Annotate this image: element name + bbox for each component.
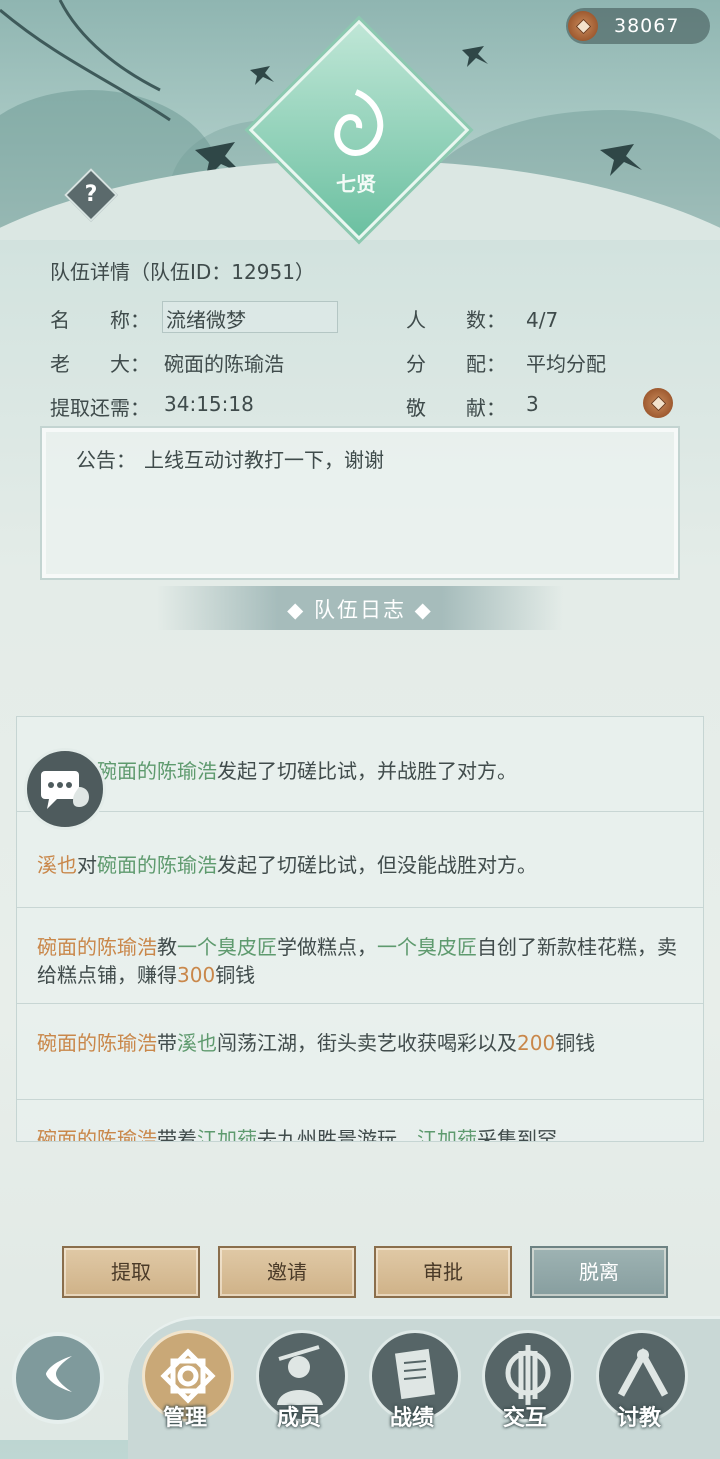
notice-label: 公告： <box>76 448 136 472</box>
invite-button[interactable]: 邀请 <box>218 1246 356 1298</box>
team-emblem-label: 七贤 <box>336 172 376 196</box>
team-log-header: ◆ 队伍日志 ◆ <box>156 586 564 630</box>
log-entry: 溪也对碗面的陈瑜浩发起了切磋比试，但没能战胜对方。 <box>37 851 687 879</box>
nav-label-management: 管理 <box>162 1406 207 1431</box>
currency-amount: 38067 <box>614 15 680 37</box>
contribution-coin-icon[interactable] <box>643 388 673 418</box>
back-arrow-icon <box>46 1356 72 1392</box>
chat-button[interactable] <box>24 748 106 830</box>
team-details-title: 队伍详情（队伍ID：12951） <box>50 260 315 284</box>
log-text: 教 <box>157 935 177 959</box>
log-entry: 溪也对碗面的陈瑜浩发起了切磋比试，并战胜了对方。 <box>37 757 687 785</box>
log-highlight: 300 <box>177 963 216 987</box>
log-text: 采集到罕 <box>477 1127 557 1142</box>
question-mark-icon: ? <box>84 182 98 207</box>
nav-label-records: 战绩 <box>389 1406 434 1431</box>
log-highlight: 一个臭皮匠 <box>377 935 477 959</box>
leave-team-button[interactable]: 脱离 <box>530 1246 668 1298</box>
notice-text: 公告： 上线互动讨教打一下，谢谢 <box>76 444 384 473</box>
currency-badge: 38067 <box>566 8 710 44</box>
team-log-title: ◆ 队伍日志 ◆ <box>287 598 433 622</box>
log-text: 铜钱 <box>215 963 256 987</box>
nav-label-members: 成员 <box>276 1406 321 1431</box>
distribution-label: 分 配： <box>406 352 506 376</box>
log-highlight: 碗面的陈瑜浩 <box>37 935 157 959</box>
distribution-value: 平均分配 <box>526 352 606 376</box>
log-highlight: 碗面的陈瑜浩 <box>37 1127 157 1142</box>
leader-label: 老 大： <box>50 352 150 376</box>
log-text: 铜钱 <box>555 1031 596 1055</box>
notice-box: 公告： 上线互动讨教打一下，谢谢 <box>40 426 680 580</box>
coin-icon <box>568 11 598 41</box>
members-value: 4/7 <box>526 308 559 332</box>
log-highlight: 碗面的陈瑜浩 <box>97 759 217 783</box>
withdraw-timer-value: 34:15:18 <box>164 392 254 416</box>
log-text: 去九州胜景游玩， <box>257 1127 417 1142</box>
withdraw-button[interactable]: 提取 <box>62 1246 200 1298</box>
log-text: 对 <box>77 853 97 877</box>
team-name-label: 名 称： <box>50 308 150 332</box>
log-text: 闯荡江湖，街头卖艺收获喝彩以及 <box>217 1031 517 1055</box>
nav-label-interaction: 交互 <box>502 1406 547 1431</box>
log-text: 发起了切磋比试，但没能战胜对方。 <box>217 853 537 877</box>
log-text: 学做糕点， <box>277 935 377 959</box>
notice-content: 上线互动讨教打一下，谢谢 <box>144 448 384 472</box>
log-highlight: 溪也 <box>177 1031 217 1055</box>
log-divider <box>17 811 703 812</box>
log-highlight: 碗面的陈瑜浩 <box>97 853 217 877</box>
log-text: 带着 <box>157 1127 197 1142</box>
contribution-label: 敬 献： <box>406 396 506 420</box>
nav-label-challenge: 讨教 <box>616 1406 661 1431</box>
team-log-list[interactable]: 溪也对碗面的陈瑜浩发起了切磋比试，并战胜了对方。 溪也对碗面的陈瑜浩发起了切磋比… <box>16 716 704 1142</box>
approve-button[interactable]: 审批 <box>374 1246 512 1298</box>
contribution-value: 3 <box>526 392 539 416</box>
log-entry: 碗面的陈瑜浩教一个臭皮匠学做糕点，一个臭皮匠自创了新款桂花糕，卖给糕点铺，赚得3… <box>37 933 687 989</box>
log-divider <box>17 907 703 908</box>
log-divider <box>17 1099 703 1100</box>
log-highlight: 200 <box>517 1031 556 1055</box>
members-label: 人 数： <box>406 308 506 332</box>
log-entry: 碗面的陈瑜浩带着江加莼去九州胜景游玩，江加莼采集到罕 <box>37 1125 687 1142</box>
chat-bubble-icon <box>41 771 89 809</box>
team-name-value: 流绪微梦 <box>166 308 246 332</box>
log-highlight: 碗面的陈瑜浩 <box>37 1031 157 1055</box>
log-highlight: 江加莼 <box>197 1127 257 1142</box>
log-divider <box>17 1003 703 1004</box>
log-entry: 碗面的陈瑜浩带溪也闯荡江湖，街头卖艺收获喝彩以及200铜钱 <box>37 1029 687 1057</box>
log-text: 带 <box>157 1031 177 1055</box>
log-highlight: 一个臭皮匠 <box>177 935 277 959</box>
withdraw-timer-label: 提取还需： <box>50 396 150 420</box>
log-highlight: 溪也 <box>37 853 77 877</box>
leader-value: 碗面的陈瑜浩 <box>164 352 284 376</box>
log-text: 发起了切磋比试，并战胜了对方。 <box>217 759 517 783</box>
log-highlight: 江加莼 <box>417 1127 477 1142</box>
